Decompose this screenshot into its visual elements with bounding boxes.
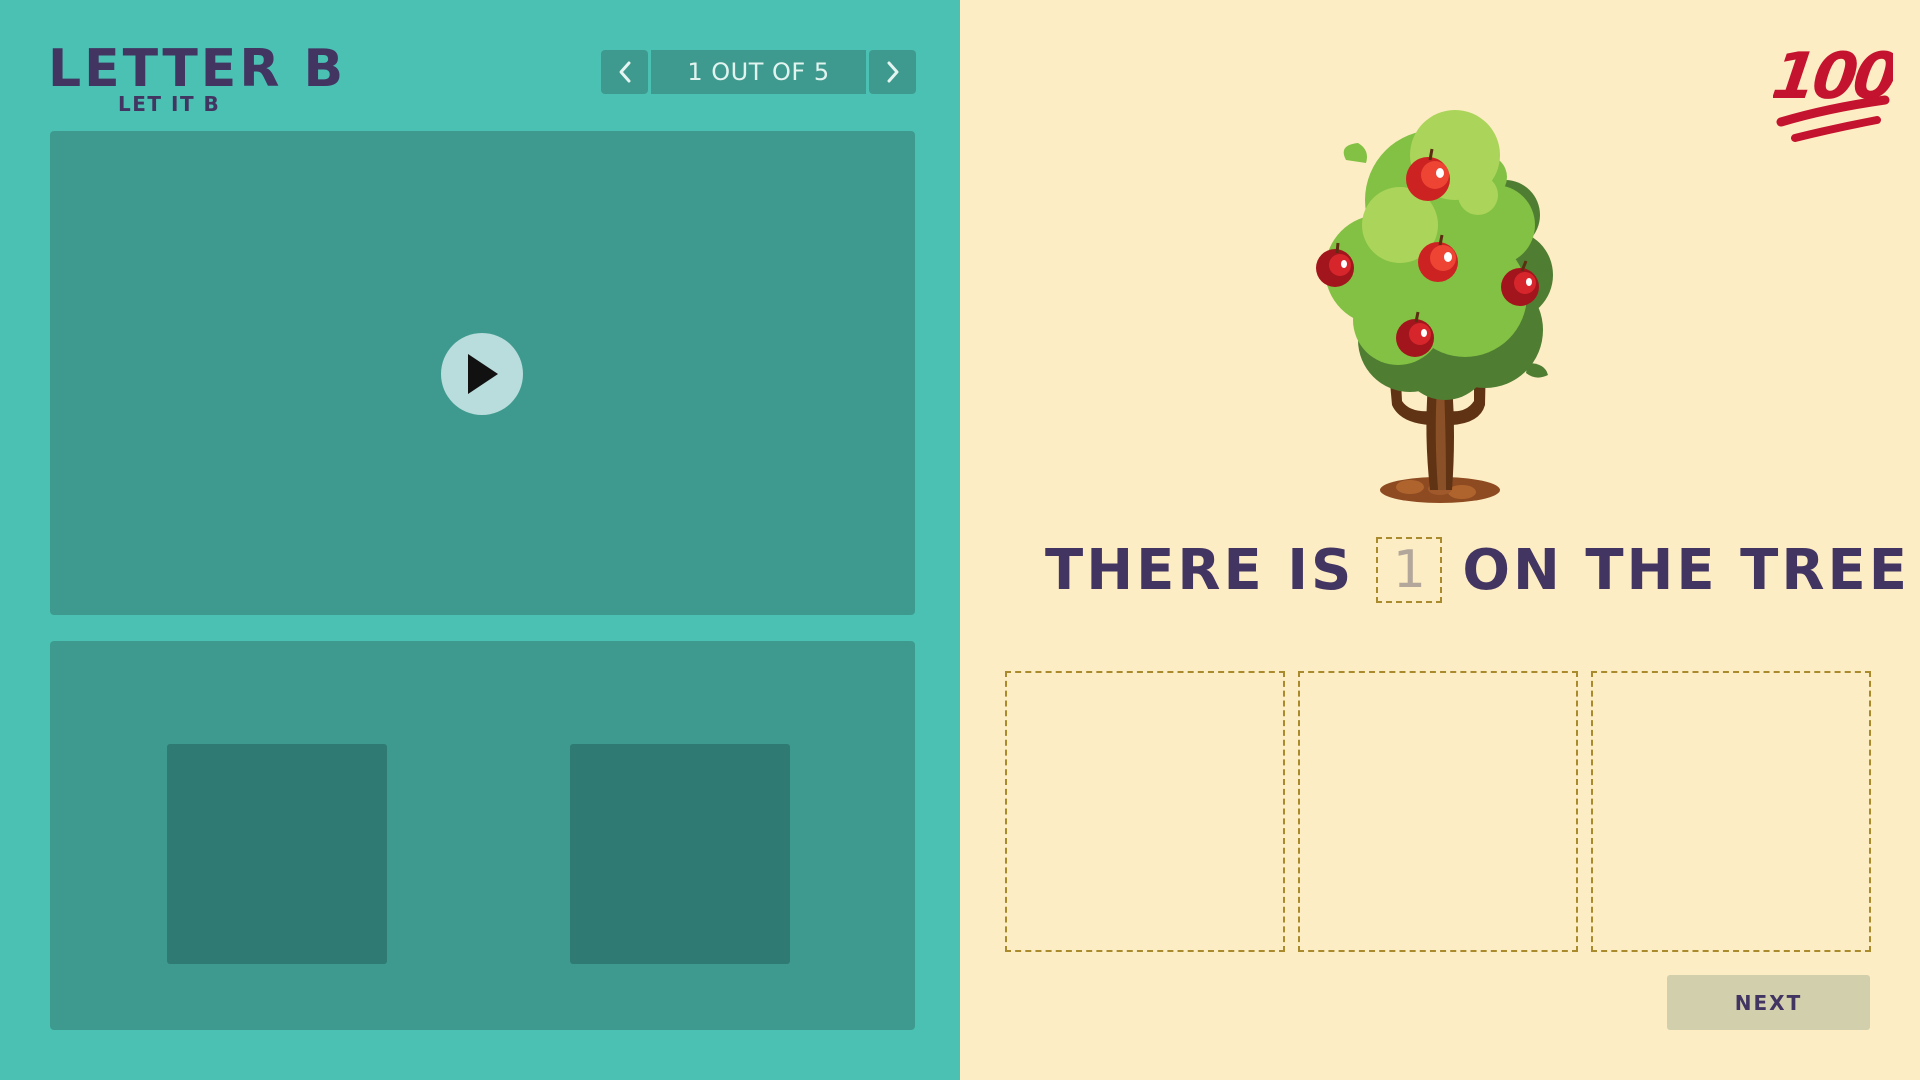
prev-button[interactable] — [601, 50, 648, 94]
option-tile-1[interactable] — [167, 744, 387, 964]
drop-zone-2[interactable] — [1298, 671, 1578, 952]
chevron-left-icon — [619, 61, 630, 83]
play-icon — [468, 354, 498, 394]
question-sentence: THERE IS 1 ON THE TREE — [1045, 535, 1910, 605]
page-subtitle: LET IT B — [118, 92, 221, 116]
apple-tree-image — [1316, 110, 1553, 503]
question-prefix: THERE IS — [1045, 537, 1355, 603]
answer-blank[interactable]: 1 — [1376, 537, 1443, 603]
play-button[interactable] — [441, 333, 523, 415]
next-page-button[interactable] — [869, 50, 916, 94]
question-suffix: ON THE TREE — [1462, 537, 1910, 603]
drop-zone-1[interactable] — [1005, 671, 1285, 952]
next-button[interactable]: NEXT — [1667, 975, 1870, 1030]
option-tile-2[interactable] — [570, 744, 790, 964]
hundred-points-icon: 100 — [1773, 39, 1893, 142]
pager-label: 1 OUT OF 5 — [651, 50, 866, 94]
drop-zone-3[interactable] — [1591, 671, 1871, 952]
page-title: LETTER B — [48, 39, 347, 99]
chevron-right-icon — [887, 61, 898, 83]
options-panel — [50, 641, 915, 1030]
pager: 1 OUT OF 5 — [601, 50, 916, 94]
left-panel: LETTER B LET IT B 1 OUT OF 5 — [0, 0, 960, 1080]
